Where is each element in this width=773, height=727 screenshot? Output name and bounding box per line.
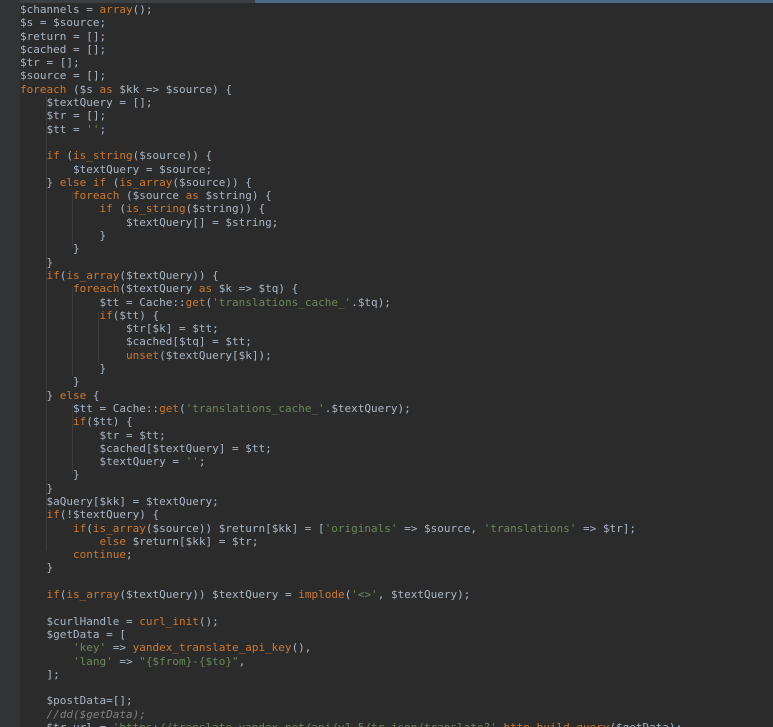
code-line[interactable]: } bbox=[20, 362, 773, 375]
code-line[interactable]: $tr = []; bbox=[20, 109, 773, 122]
code-line[interactable]: $tr_url = 'https://translate.yandex.net/… bbox=[20, 721, 773, 727]
code-line[interactable]: } bbox=[20, 468, 773, 481]
code-line[interactable]: continue; bbox=[20, 548, 773, 561]
code-line[interactable]: if(is_array($textQuery)) { bbox=[20, 269, 773, 282]
code-line[interactable]: $source = []; bbox=[20, 69, 773, 82]
code-line[interactable]: $aQuery[$kk] = $textQuery; bbox=[20, 495, 773, 508]
code-line[interactable]: 'lang' => "{$from}-{$to}", bbox=[20, 655, 773, 668]
code-line[interactable]: $getData = [ bbox=[20, 628, 773, 641]
code-line[interactable]: if($tt) { bbox=[20, 415, 773, 428]
code-line[interactable]: $textQuery = []; bbox=[20, 96, 773, 109]
code-line[interactable]: $tr[$k] = $tt; bbox=[20, 322, 773, 335]
code-line[interactable]: ​ bbox=[20, 601, 773, 614]
code-line[interactable]: else $return[$kk] = $tr; bbox=[20, 535, 773, 548]
code-line[interactable]: } else if (is_array($source)) { bbox=[20, 176, 773, 189]
code-line[interactable]: ​ bbox=[20, 575, 773, 588]
code-line[interactable]: $curlHandle = curl_init(); bbox=[20, 615, 773, 628]
editor-gutter bbox=[0, 0, 20, 727]
code-line[interactable]: $tt = ''; bbox=[20, 123, 773, 136]
code-line[interactable]: $textQuery = $source; bbox=[20, 163, 773, 176]
code-line[interactable]: } bbox=[20, 242, 773, 255]
code-line[interactable]: $tt = Cache::get('translations_cache_'.$… bbox=[20, 296, 773, 309]
code-line[interactable]: foreach($textQuery as $k => $tq) { bbox=[20, 282, 773, 295]
code-line[interactable]: $textQuery[] = $string; bbox=[20, 216, 773, 229]
code-line[interactable]: //dd($getData); bbox=[20, 708, 773, 721]
code-line[interactable]: $textQuery = ''; bbox=[20, 455, 773, 468]
code-area[interactable]: $channels = array(); $s = $source; $return… bbox=[20, 3, 773, 727]
code-line[interactable]: ​ bbox=[20, 136, 773, 149]
code-line[interactable]: $cached[$tq] = $tt; bbox=[20, 335, 773, 348]
code-line[interactable]: } bbox=[20, 482, 773, 495]
code-line[interactable]: $postData=[]; bbox=[20, 694, 773, 707]
code-line[interactable]: } bbox=[20, 375, 773, 388]
code-line[interactable]: } bbox=[20, 561, 773, 574]
code-line[interactable]: $tt = Cache::get('translations_cache_'.$… bbox=[20, 402, 773, 415]
code-line[interactable]: $s = $source; bbox=[20, 16, 773, 29]
code-line[interactable]: ]; bbox=[20, 668, 773, 681]
code-line[interactable]: if(is_array($source)) $return[$kk] = ['o… bbox=[20, 522, 773, 535]
code-line[interactable]: if (is_string($source)) { bbox=[20, 149, 773, 162]
code-line[interactable]: if($tt) { bbox=[20, 309, 773, 322]
code-line[interactable]: $tr = []; bbox=[20, 56, 773, 69]
code-line[interactable]: unset($textQuery[$k]); bbox=[20, 349, 773, 362]
code-line[interactable]: if(!$textQuery) { bbox=[20, 508, 773, 521]
code-line[interactable]: if(is_array($textQuery)) $textQuery = im… bbox=[20, 588, 773, 601]
code-line[interactable]: if (is_string($string)) { bbox=[20, 202, 773, 215]
code-line[interactable]: } bbox=[20, 229, 773, 242]
code-line[interactable]: ​ bbox=[20, 681, 773, 694]
code-line[interactable]: $cached[$textQuery] = $tt; bbox=[20, 442, 773, 455]
code-line[interactable]: $tr = $tt; bbox=[20, 429, 773, 442]
code-line[interactable]: } else { bbox=[20, 389, 773, 402]
code-line[interactable]: $cached = []; bbox=[20, 43, 773, 56]
code-line[interactable]: } bbox=[20, 256, 773, 269]
code-line[interactable]: 'key' => yandex_translate_api_key(), bbox=[20, 641, 773, 654]
code-line[interactable]: foreach ($s as $kk => $source) { bbox=[20, 83, 773, 96]
code-line[interactable]: $channels = array(); bbox=[20, 3, 773, 16]
code-line[interactable]: foreach ($source as $string) { bbox=[20, 189, 773, 202]
code-editor[interactable]: $channels = array(); $s = $source; $return… bbox=[0, 0, 773, 727]
code-line[interactable]: $return = []; bbox=[20, 30, 773, 43]
